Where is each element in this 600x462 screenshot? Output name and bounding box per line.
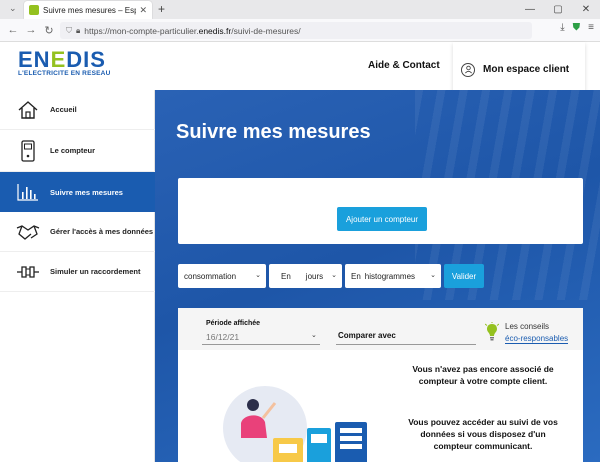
unit-prefix: En [281,271,291,281]
enedis-favicon-icon [29,5,39,15]
compare-underline [336,344,476,345]
period-row: Période affichée 16/12/21 ⌄ Comparer ave… [178,308,583,350]
chevron-down-icon: ⌄ [331,272,337,279]
no-meter-message: Vous n'avez pas encore associé de compte… [412,364,554,386]
view-value: histogrammes [364,271,416,281]
sidebar-item-label: Simuler un raccordement [50,267,141,276]
eco-tips-link[interactable]: éco-responsables [505,334,569,344]
url-text: https://mon-compte-particulier.enedis.fr… [84,25,301,36]
browser-navbar: ← → ↻ ⛉ 🔒︎ https://mon-compte-particulie… [0,19,600,42]
browser-tab[interactable]: Suivre mes mesures – Espace P ✕ [24,1,152,19]
plug-icon [16,260,40,284]
sidebar-item-label: Le compteur [50,146,96,155]
validate-button[interactable]: Valider [444,264,484,288]
account-label: Mon espace client [483,64,570,75]
download-icon[interactable]: ⤓ [560,22,564,33]
browser-tabbar: ⌄ Suivre mes mesures – Espace P ✕ + — ▢ … [0,0,600,19]
enedis-logo[interactable]: ENEDIS L'ELECTRICITE EN RESEAU [18,49,111,78]
period-select[interactable]: 16/12/21 [206,332,239,342]
eco-tips-text: Les conseils [505,322,550,331]
communicating-meter-message: Vous pouvez accéder au suivi de vos donn… [408,417,558,451]
browser-toolbar-right: ⤓ ⛊ ≡ [560,22,594,33]
tab-title: Suivre mes mesures – Espace P [43,5,137,15]
sidebar: Accueil Le compteur Suivre mes mesures G… [0,90,155,462]
maximize-icon[interactable]: ▢ [544,0,572,19]
tab-list-icon[interactable]: ⌄ [9,3,17,14]
help-contact-link[interactable]: Aide & Contact [368,60,440,71]
add-meter-button[interactable]: Ajouter un compteur [337,207,427,231]
sidebar-item-label: Accueil [50,105,77,114]
view-prefix: En [351,271,361,281]
window-controls: — ▢ ✕ [516,0,600,19]
chevron-down-icon: ⌄ [430,272,436,279]
chart-icon [16,180,40,204]
sidebar-item-connection-sim[interactable]: Simuler un raccordement [0,252,155,292]
chevron-down-icon[interactable]: ⌄ [311,331,317,339]
measure-select[interactable]: consommation ⌄ [178,264,266,288]
sidebar-item-label: Suivre mes mesures [50,187,123,197]
period-label: Période affichée [206,320,261,327]
add-meter-card: Ajouter un compteur [178,178,583,244]
measures-panel: Période affichée 16/12/21 ⌄ Comparer ave… [178,308,583,462]
address-bar[interactable]: ⛉ 🔒︎ https://mon-compte-particulier.ened… [60,22,532,39]
sidebar-item-measures[interactable]: Suivre mes mesures [0,172,155,212]
view-select[interactable]: En histogrammes ⌄ [345,264,441,288]
chevron-down-icon: ⌄ [255,272,261,279]
close-icon[interactable]: ✕ [139,5,147,16]
measure-value: consommation [184,271,237,281]
meter-icon [16,139,40,163]
minimize-icon[interactable]: — [516,0,544,19]
window-close-icon[interactable]: ✕ [572,0,600,19]
meter-illustration [223,378,373,462]
extension-shield-icon[interactable]: ⛊ [573,22,581,33]
sidebar-item-data-access[interactable]: Gérer l'accès à mes données [0,212,155,252]
lightbulb-icon [484,322,500,347]
compare-select[interactable]: Comparer avec [338,331,396,340]
reload-icon[interactable]: ↻ [40,24,58,37]
sidebar-item-label: Gérer l'accès à mes données [50,227,154,236]
logo-tagline: L'ELECTRICITE EN RESEAU [18,70,111,77]
lock-icon[interactable]: 🔒︎ [76,26,80,36]
forward-icon[interactable]: → [22,24,40,36]
unit-value: jours [305,271,324,281]
menu-icon[interactable]: ≡ [588,22,594,33]
unit-select[interactable]: En jours ⌄ [269,264,342,288]
handshake-icon [16,220,40,244]
tracking-shield-icon[interactable]: ⛉ [66,26,72,36]
account-button[interactable]: Mon espace client [453,42,585,97]
period-underline [202,344,320,345]
sidebar-item-home[interactable]: Accueil [0,90,155,130]
main-content: Suivre mes mesures Ajouter un compteur c… [155,90,600,462]
back-icon[interactable]: ← [4,24,22,36]
new-tab-icon[interactable]: + [158,2,165,16]
sidebar-item-meter[interactable]: Le compteur [0,130,155,172]
user-icon [461,62,475,77]
page-title: Suivre mes mesures [176,121,371,143]
home-icon [16,98,40,122]
